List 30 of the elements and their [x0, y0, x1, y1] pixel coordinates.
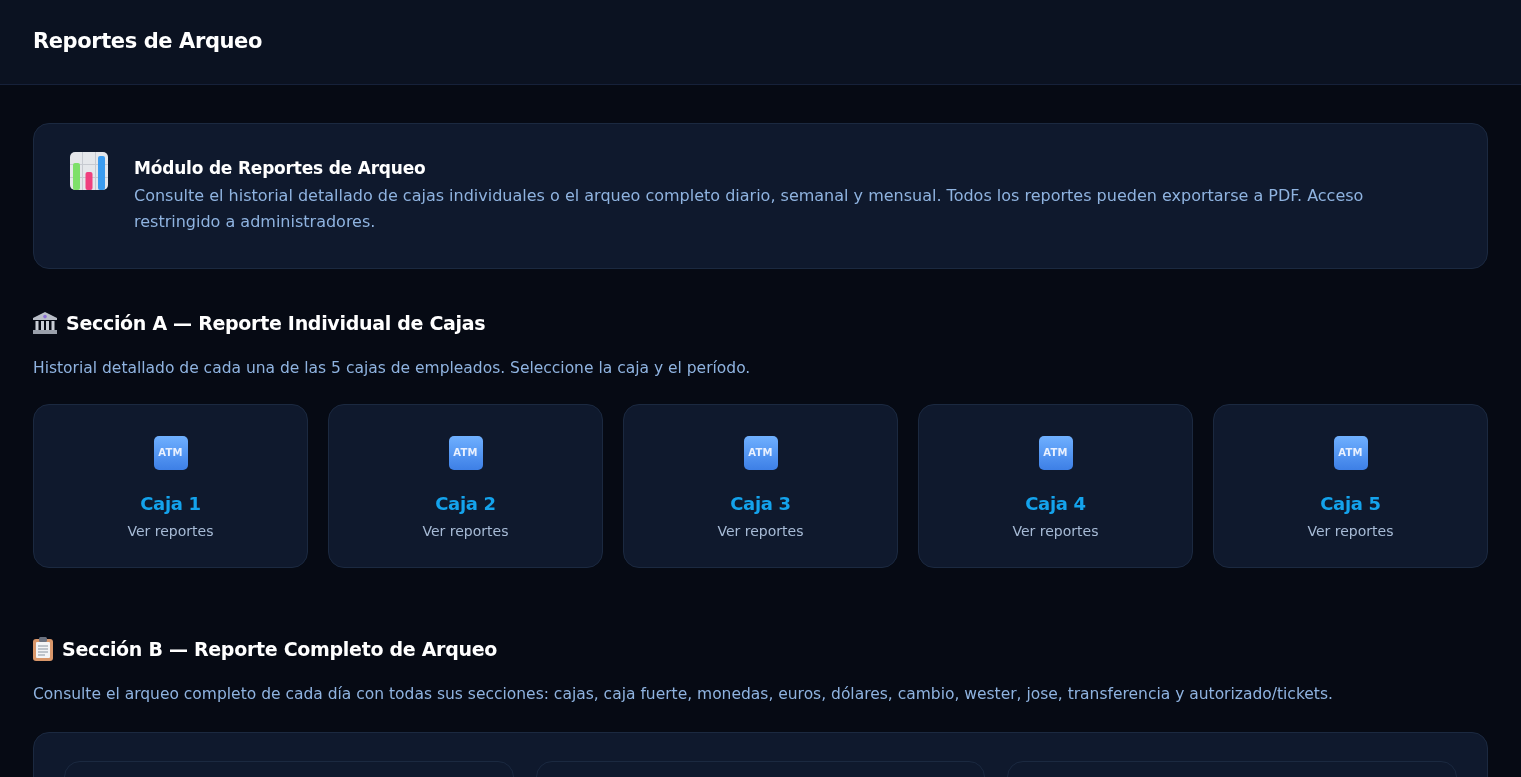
cash-register-card[interactable]: ATM Caja 5 Ver reportes — [1213, 404, 1488, 568]
card-subtitle: Ver reportes — [127, 522, 214, 541]
cash-register-card[interactable]: ATM Caja 1 Ver reportes — [33, 404, 308, 568]
atm-icon: ATM — [1038, 436, 1073, 470]
cash-register-card[interactable]: ATM Caja 3 Ver reportes — [623, 404, 898, 568]
clipboard-icon — [33, 637, 53, 661]
cash-register-card[interactable]: ATM Caja 4 Ver reportes — [918, 404, 1193, 568]
card-title: Caja 3 — [730, 492, 791, 516]
info-text: Consulte el historial detallado de cajas individuales o el arqueo completo diario, semanal y mensual. Todos los reportes pueden exportarse a PDF. Acceso restringido a administradores. — [134, 185, 1365, 233]
atm-icon: ATM — [743, 436, 778, 470]
section-description: Historial detallado de cada una de las 5 cajas de empleados. Seleccione la caja y el período. — [33, 358, 752, 379]
atm-icon: ATM — [448, 436, 483, 470]
bar-chart-icon — [70, 152, 108, 190]
card-title: Caja 1 — [140, 492, 201, 516]
card-title: Caja 5 — [1320, 492, 1381, 516]
bank-building-icon — [33, 312, 57, 334]
section-description: Consulte el arqueo completo de cada día con todas sus secciones: cajas, caja fuerte, monedas, euros, dólares, cambio, wester, jose, transferencia y autorizado/tickets. — [33, 684, 1334, 705]
card-title: Caja 2 — [435, 492, 496, 516]
card-subtitle: Ver reportes — [1012, 522, 1099, 541]
atm-icon: ATM — [153, 436, 188, 470]
card-title: Caja 4 — [1025, 492, 1086, 516]
section-heading: Sección A — Reporte Individual de Cajas — [66, 311, 486, 336]
section-heading: Sección B — Reporte Completo de Arqueo — [62, 637, 498, 662]
page-title: Reportes de Arqueo — [33, 28, 262, 56]
atm-icon: ATM — [1333, 436, 1368, 470]
cash-register-card[interactable]: ATM Caja 2 Ver reportes — [328, 404, 603, 568]
card-subtitle: Ver reportes — [717, 522, 804, 541]
card-subtitle: Ver reportes — [422, 522, 509, 541]
card-subtitle: Ver reportes — [1307, 522, 1394, 541]
info-title: Módulo de Reportes de Arqueo — [134, 157, 427, 180]
